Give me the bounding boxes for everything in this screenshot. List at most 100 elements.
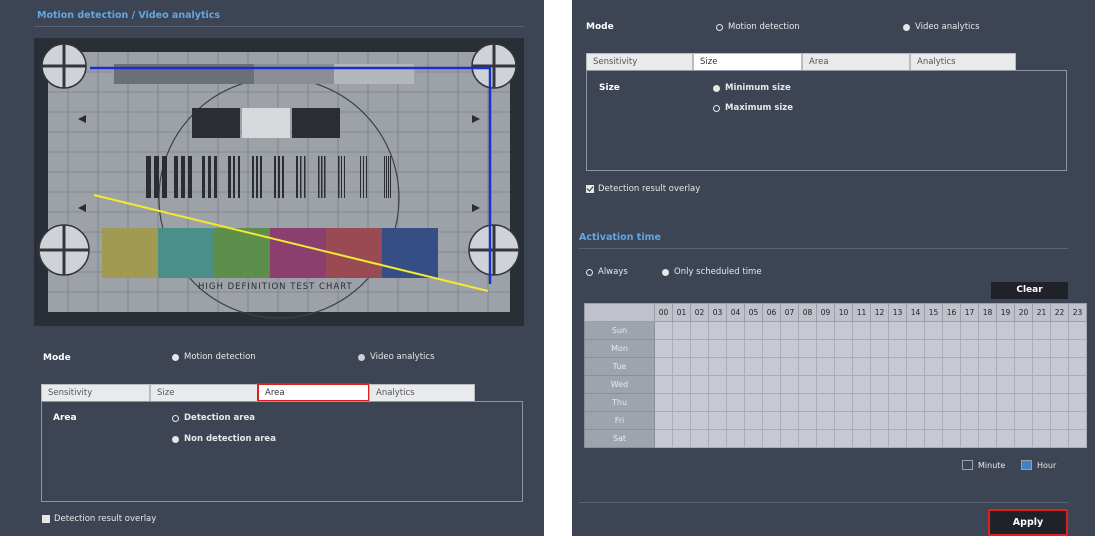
- schedule-cell[interactable]: [978, 411, 997, 430]
- schedule-cell[interactable]: [744, 339, 763, 358]
- schedule-cell[interactable]: [942, 393, 961, 412]
- schedule-cell[interactable]: [672, 411, 691, 430]
- hour-header[interactable]: 12: [870, 303, 889, 322]
- schedule-cell[interactable]: [762, 375, 781, 394]
- tab-sensitivity[interactable]: Sensitivity: [41, 384, 150, 401]
- hour-header[interactable]: 15: [924, 303, 943, 322]
- schedule-cell[interactable]: [816, 375, 835, 394]
- schedule-cell[interactable]: [960, 357, 979, 376]
- schedule-cell[interactable]: [690, 429, 709, 448]
- schedule-cell[interactable]: [816, 357, 835, 376]
- schedule-cell[interactable]: [780, 357, 799, 376]
- schedule-cell[interactable]: [834, 393, 853, 412]
- schedule-cell[interactable]: [798, 411, 817, 430]
- schedule-cell[interactable]: [726, 429, 745, 448]
- schedule-cell[interactable]: [924, 411, 943, 430]
- day-label[interactable]: Thu: [584, 393, 655, 412]
- overlay-checkbox[interactable]: Detection result overlay: [42, 514, 156, 524]
- schedule-cell[interactable]: [726, 357, 745, 376]
- schedule-cell[interactable]: [672, 393, 691, 412]
- schedule-cell[interactable]: [1032, 375, 1051, 394]
- schedule-cell[interactable]: [654, 393, 673, 412]
- schedule-cell[interactable]: [996, 321, 1015, 340]
- schedule-cell[interactable]: [1014, 357, 1033, 376]
- schedule-cell[interactable]: [942, 357, 961, 376]
- schedule-cell[interactable]: [924, 375, 943, 394]
- schedule-cell[interactable]: [762, 429, 781, 448]
- schedule-cell[interactable]: [1032, 393, 1051, 412]
- schedule-cell[interactable]: [852, 429, 871, 448]
- schedule-cell[interactable]: [762, 411, 781, 430]
- schedule-cell[interactable]: [1050, 375, 1069, 394]
- schedule-cell[interactable]: [816, 321, 835, 340]
- schedule-cell[interactable]: [654, 375, 673, 394]
- schedule-cell[interactable]: [1014, 339, 1033, 358]
- schedule-cell[interactable]: [762, 357, 781, 376]
- schedule-cell[interactable]: [672, 321, 691, 340]
- hour-header[interactable]: 13: [888, 303, 907, 322]
- schedule-cell[interactable]: [924, 339, 943, 358]
- mode-analytics-radio[interactable]: Video analytics: [903, 22, 980, 32]
- hour-header[interactable]: 04: [726, 303, 745, 322]
- scheduled-time-radio[interactable]: Only scheduled time: [662, 267, 762, 277]
- schedule-cell[interactable]: [1068, 375, 1087, 394]
- schedule-cell[interactable]: [1050, 429, 1069, 448]
- schedule-grid[interactable]: 00 01 02 03 04 05 06 07 08 09 10 11 12 13 14 15 16 17 18 19…: [584, 303, 1087, 448]
- schedule-cell[interactable]: [942, 321, 961, 340]
- schedule-cell[interactable]: [870, 357, 889, 376]
- schedule-cell[interactable]: [888, 321, 907, 340]
- mode-motion-radio[interactable]: Motion detection: [716, 22, 800, 32]
- hour-header[interactable]: 17: [960, 303, 979, 322]
- hour-header[interactable]: 01: [672, 303, 691, 322]
- schedule-cell[interactable]: [654, 357, 673, 376]
- schedule-cell[interactable]: [654, 411, 673, 430]
- schedule-cell[interactable]: [690, 393, 709, 412]
- schedule-cell[interactable]: [690, 321, 709, 340]
- detection-area-radio[interactable]: Detection area: [172, 413, 255, 423]
- schedule-cell[interactable]: [924, 393, 943, 412]
- schedule-cell[interactable]: [870, 339, 889, 358]
- schedule-cell[interactable]: [1032, 411, 1051, 430]
- schedule-cell[interactable]: [1068, 393, 1087, 412]
- minimum-size-radio[interactable]: Minimum size: [713, 83, 791, 93]
- schedule-cell[interactable]: [834, 339, 853, 358]
- schedule-cell[interactable]: [762, 339, 781, 358]
- schedule-cell[interactable]: [672, 339, 691, 358]
- schedule-cell[interactable]: [780, 393, 799, 412]
- hour-header[interactable]: 00: [654, 303, 673, 322]
- schedule-cell[interactable]: [852, 357, 871, 376]
- schedule-cell[interactable]: [942, 411, 961, 430]
- schedule-cell[interactable]: [996, 393, 1015, 412]
- schedule-cell[interactable]: [960, 321, 979, 340]
- schedule-cell[interactable]: [888, 393, 907, 412]
- hour-header[interactable]: 09: [816, 303, 835, 322]
- overlay-checkbox[interactable]: Detection result overlay: [586, 184, 700, 194]
- hour-header[interactable]: 21: [1032, 303, 1051, 322]
- schedule-cell[interactable]: [870, 411, 889, 430]
- schedule-cell[interactable]: [744, 357, 763, 376]
- schedule-cell[interactable]: [726, 393, 745, 412]
- tab-area[interactable]: Area: [257, 383, 370, 402]
- schedule-cell[interactable]: [978, 339, 997, 358]
- schedule-cell[interactable]: [852, 411, 871, 430]
- schedule-cell[interactable]: [762, 393, 781, 412]
- schedule-cell[interactable]: [834, 411, 853, 430]
- hour-header[interactable]: 14: [906, 303, 925, 322]
- maximum-size-radio[interactable]: Maximum size: [713, 103, 793, 113]
- schedule-cell[interactable]: [708, 393, 727, 412]
- schedule-cell[interactable]: [690, 357, 709, 376]
- schedule-cell[interactable]: [744, 393, 763, 412]
- schedule-cell[interactable]: [1014, 375, 1033, 394]
- schedule-cell[interactable]: [708, 411, 727, 430]
- schedule-cell[interactable]: [762, 321, 781, 340]
- schedule-cell[interactable]: [1014, 393, 1033, 412]
- schedule-cell[interactable]: [780, 339, 799, 358]
- schedule-cell[interactable]: [888, 375, 907, 394]
- hour-header[interactable]: 11: [852, 303, 871, 322]
- camera-preview[interactable]: HIGH DEFINITION TEST CHART: [34, 38, 524, 326]
- schedule-cell[interactable]: [978, 375, 997, 394]
- mode-motion-radio[interactable]: Motion detection: [172, 352, 256, 362]
- schedule-cell[interactable]: [996, 339, 1015, 358]
- schedule-cell[interactable]: [942, 339, 961, 358]
- schedule-cell[interactable]: [708, 357, 727, 376]
